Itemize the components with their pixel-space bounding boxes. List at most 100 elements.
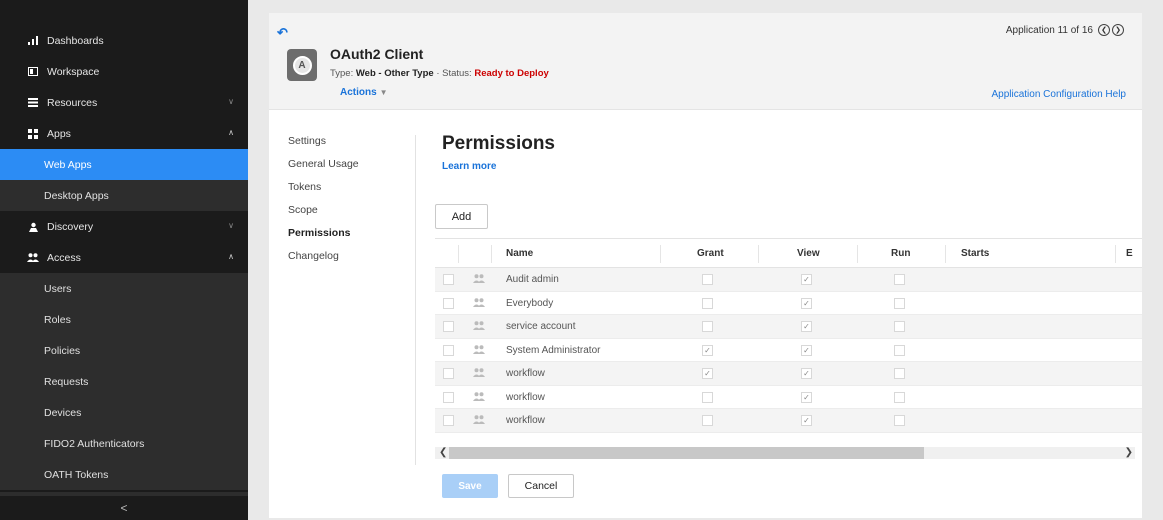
permission-name: workflow xyxy=(506,368,545,379)
view-checkbox[interactable]: ✓ xyxy=(801,297,812,309)
subnav-general-usage[interactable]: General Usage xyxy=(288,158,415,181)
view-checkbox[interactable]: ✓ xyxy=(801,391,812,403)
cancel-button[interactable]: Cancel xyxy=(508,474,574,498)
column-header-truncated[interactable]: E xyxy=(1126,248,1133,259)
subnav-scope[interactable]: Scope xyxy=(288,204,415,227)
row-select-checkbox[interactable] xyxy=(443,344,454,356)
sidebar-item-devices[interactable]: Devices xyxy=(0,397,248,428)
view-checkbox[interactable]: ✓ xyxy=(801,321,812,332)
sidebar-collapse-button[interactable]: < xyxy=(0,492,248,520)
subnav-changelog[interactable]: Changelog xyxy=(288,250,415,273)
prev-application-icon[interactable]: ❮ xyxy=(1098,24,1110,36)
row-select-checkbox[interactable] xyxy=(443,368,454,379)
row-select-checkbox[interactable] xyxy=(443,321,454,332)
view-checkbox[interactable]: ✓ xyxy=(801,415,812,426)
sidebar-item-label: Devices xyxy=(44,406,82,419)
sidebar-item-label: Resources xyxy=(47,96,98,109)
apps-grid-icon xyxy=(27,128,39,139)
run-checkbox[interactable] xyxy=(894,321,905,332)
sidebar-item-roles[interactable]: Roles xyxy=(0,304,248,335)
column-header-run[interactable]: Run xyxy=(891,248,910,259)
group-icon xyxy=(473,368,485,379)
save-button[interactable]: Save xyxy=(442,474,498,498)
sidebar-item-apps[interactable]: Apps ∧ xyxy=(0,118,248,149)
table-row[interactable]: System Administrator ✓ ✓ xyxy=(435,339,1142,362)
next-application-icon[interactable]: ❯ xyxy=(1112,24,1124,36)
horizontal-scrollbar[interactable]: ❮ ❯ xyxy=(435,447,1135,459)
run-checkbox[interactable] xyxy=(894,415,905,426)
column-divider xyxy=(660,245,661,263)
actions-dropdown[interactable]: Actions ▼ xyxy=(340,87,388,98)
grant-checkbox[interactable] xyxy=(702,297,713,309)
sidebar-item-fido2-authenticators[interactable]: FIDO2 Authenticators xyxy=(0,428,248,459)
row-select-checkbox[interactable] xyxy=(443,297,454,309)
run-checkbox[interactable] xyxy=(894,391,905,403)
grant-checkbox[interactable] xyxy=(702,274,713,285)
sidebar-item-web-apps[interactable]: Web Apps xyxy=(0,149,248,180)
app-logo: A xyxy=(287,49,317,81)
app-meta: Type: Web - Other Type · Status: Ready t… xyxy=(330,68,549,79)
row-select-checkbox[interactable] xyxy=(443,391,454,403)
column-header-starts[interactable]: Starts xyxy=(961,248,989,259)
subnav-settings[interactable]: Settings xyxy=(288,135,415,158)
sidebar-item-requests[interactable]: Requests xyxy=(0,366,248,397)
table-row[interactable]: workflow ✓ xyxy=(435,386,1142,409)
bar-chart-icon xyxy=(27,36,39,45)
permission-name: service account xyxy=(506,321,576,332)
sidebar-item-label: Workspace xyxy=(47,65,100,78)
grant-checkbox[interactable]: ✓ xyxy=(702,344,713,356)
table-header: Name Grant View Run Starts E xyxy=(435,238,1142,268)
sidebar-item-desktop-apps[interactable]: Desktop Apps xyxy=(0,180,248,211)
grant-checkbox[interactable] xyxy=(702,321,713,332)
type-label: Type: xyxy=(330,68,354,79)
subnav-permissions[interactable]: Permissions xyxy=(288,227,415,250)
grant-checkbox[interactable]: ✓ xyxy=(702,368,713,379)
discovery-icon xyxy=(27,222,39,232)
sidebar-item-dashboards[interactable]: Dashboards xyxy=(0,25,248,56)
configuration-help-link[interactable]: Application Configuration Help xyxy=(991,89,1126,100)
learn-more-link[interactable]: Learn more xyxy=(442,161,496,172)
column-header-name[interactable]: Name xyxy=(506,248,533,259)
table-row[interactable]: Audit admin ✓ xyxy=(435,268,1142,292)
scroll-left-icon[interactable]: ❮ xyxy=(439,447,447,458)
subnav-tokens[interactable]: Tokens xyxy=(288,181,415,204)
grant-checkbox[interactable] xyxy=(702,415,713,426)
column-divider xyxy=(491,245,492,263)
row-select-checkbox[interactable] xyxy=(443,274,454,285)
column-divider xyxy=(945,245,946,263)
column-divider xyxy=(758,245,759,263)
sidebar-item-access[interactable]: Access ∧ xyxy=(0,242,248,273)
sidebar-item-oath-tokens[interactable]: OATH Tokens xyxy=(0,459,248,490)
sidebar-item-label: Desktop Apps xyxy=(44,189,109,202)
sidebar-item-resources[interactable]: Resources ∨ xyxy=(0,87,248,118)
table-row[interactable]: Everybody ✓ xyxy=(435,292,1142,315)
run-checkbox[interactable] xyxy=(894,368,905,379)
column-header-view[interactable]: View xyxy=(797,248,820,259)
sidebar-item-policies[interactable]: Policies xyxy=(0,335,248,366)
table-row[interactable]: service account ✓ xyxy=(435,315,1142,339)
run-checkbox[interactable] xyxy=(894,344,905,356)
table-row[interactable]: workflow ✓ xyxy=(435,409,1142,433)
run-checkbox[interactable] xyxy=(894,274,905,285)
sidebar-item-workspace[interactable]: Workspace xyxy=(0,56,248,87)
back-arrow-icon[interactable]: ↶ xyxy=(277,25,288,41)
scroll-right-icon[interactable]: ❯ xyxy=(1125,447,1133,458)
view-checkbox[interactable]: ✓ xyxy=(801,274,812,285)
scrollbar-thumb[interactable] xyxy=(449,447,924,459)
sidebar-item-users[interactable]: Users xyxy=(0,273,248,304)
view-checkbox[interactable]: ✓ xyxy=(801,368,812,379)
column-header-grant[interactable]: Grant xyxy=(697,248,724,259)
chevron-down-icon: ∨ xyxy=(228,221,234,230)
grant-checkbox[interactable] xyxy=(702,391,713,403)
sidebar-item-discovery[interactable]: Discovery ∨ xyxy=(0,211,248,242)
settings-subnav: Settings General Usage Tokens Scope Perm… xyxy=(288,135,416,465)
row-select-checkbox[interactable] xyxy=(443,415,454,426)
column-divider xyxy=(458,245,459,263)
add-button[interactable]: Add xyxy=(435,204,488,229)
sidebar-item-label: Discovery xyxy=(47,220,94,233)
table-row[interactable]: workflow ✓ ✓ xyxy=(435,362,1142,386)
run-checkbox[interactable] xyxy=(894,297,905,309)
status-badge: Ready to Deploy xyxy=(474,68,549,79)
view-checkbox[interactable]: ✓ xyxy=(801,344,812,356)
permission-name: Everybody xyxy=(506,297,554,309)
